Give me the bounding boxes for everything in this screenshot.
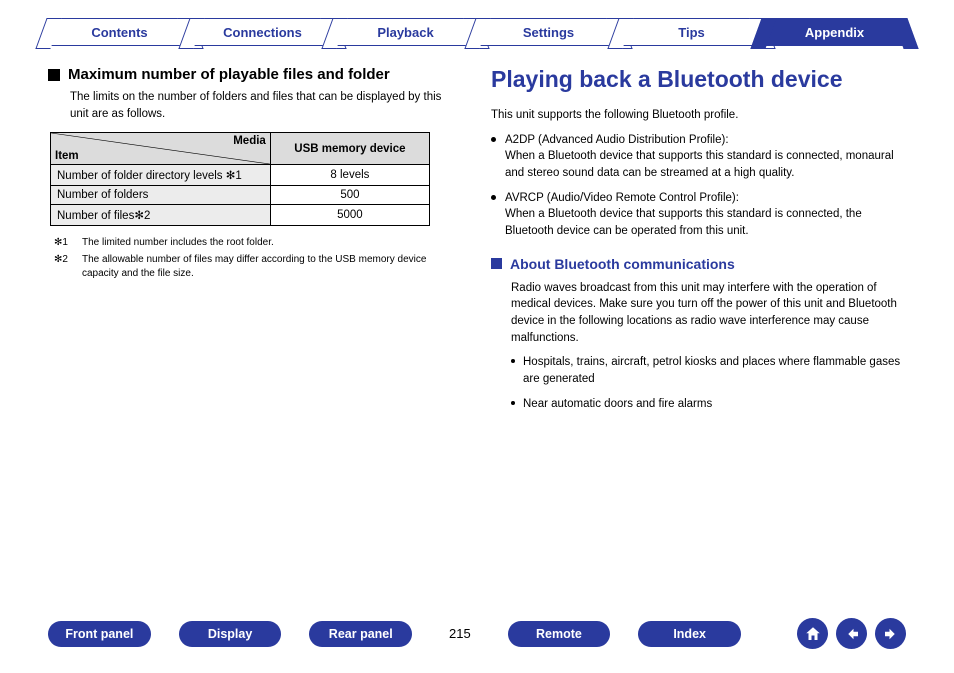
page-number: 215 bbox=[440, 626, 480, 641]
tab-label: Playback bbox=[377, 25, 433, 40]
tab-connections[interactable]: Connections bbox=[191, 18, 334, 46]
limits-table: Media Item USB memory device Number of f… bbox=[50, 132, 430, 226]
profile-desc: When a Bluetooth device that supports th… bbox=[505, 208, 862, 237]
table-cell-value: 8 levels bbox=[270, 165, 429, 186]
table-row: Number of folders 500 bbox=[51, 186, 430, 205]
table-row-label: Number of folders bbox=[51, 186, 271, 205]
section-heading-text: Maximum number of playable files and fol… bbox=[68, 66, 390, 83]
asterisk-icon: ✻ bbox=[134, 210, 144, 222]
right-column: Playing back a Bluetooth device This uni… bbox=[491, 66, 906, 420]
home-icon bbox=[804, 625, 822, 643]
section-heading-left: Maximum number of playable files and fol… bbox=[48, 66, 463, 83]
table-row: Number of files✻2 5000 bbox=[51, 205, 430, 226]
arrow-right-icon bbox=[882, 625, 900, 643]
table-corner-top: Media bbox=[233, 135, 266, 147]
arrow-left-icon bbox=[843, 625, 861, 643]
bottom-bar: Front panel Display Rear panel 215 Remot… bbox=[0, 618, 954, 649]
index-button[interactable]: Index bbox=[638, 621, 741, 647]
tab-appendix[interactable]: Appendix bbox=[763, 18, 906, 46]
table-row-label: Number of folder directory levels ✻1 bbox=[51, 165, 271, 186]
subheading: About Bluetooth communications bbox=[491, 256, 906, 272]
tab-tips[interactable]: Tips bbox=[620, 18, 763, 46]
tab-contents[interactable]: Contents bbox=[48, 18, 191, 46]
table-cell-value: 5000 bbox=[270, 205, 429, 226]
profile-name: AVRCP (Audio/Video Remote Control Profil… bbox=[505, 192, 739, 204]
tab-label: Tips bbox=[678, 25, 705, 40]
footnote-1: ✻1 The limited number includes the root … bbox=[54, 236, 463, 250]
home-button[interactable] bbox=[797, 618, 828, 649]
top-tabs: Contents Connections Playback Settings T… bbox=[0, 0, 954, 46]
footnote-marker: ✻2 bbox=[54, 253, 76, 281]
nav-icons bbox=[797, 618, 906, 649]
prev-page-button[interactable] bbox=[836, 618, 867, 649]
table-corner-cell: Media Item bbox=[51, 133, 271, 165]
left-column: Maximum number of playable files and fol… bbox=[48, 66, 463, 420]
footnote-2: ✻2 The allowable number of files may dif… bbox=[54, 253, 463, 281]
list-item: Near automatic doors and fire alarms bbox=[523, 396, 906, 413]
locations-list: Hospitals, trains, aircraft, petrol kios… bbox=[523, 354, 906, 412]
table-row-label: Number of files✻2 bbox=[51, 205, 271, 226]
footnote-text: The allowable number of files may differ… bbox=[82, 253, 463, 281]
list-item: Hospitals, trains, aircraft, petrol kios… bbox=[523, 354, 906, 387]
square-bullet-icon bbox=[491, 258, 502, 269]
next-page-button[interactable] bbox=[875, 618, 906, 649]
profile-desc: When a Bluetooth device that supports th… bbox=[505, 150, 894, 179]
footnote-text: The limited number includes the root fol… bbox=[82, 236, 274, 250]
tab-label: Settings bbox=[523, 25, 574, 40]
content-area: Maximum number of playable files and fol… bbox=[0, 46, 954, 420]
footnotes: ✻1 The limited number includes the root … bbox=[54, 236, 463, 281]
table-corner-bottom: Item bbox=[55, 150, 79, 162]
table-col-header: USB memory device bbox=[270, 133, 429, 165]
right-intro-text: This unit supports the following Bluetoo… bbox=[491, 107, 906, 124]
front-panel-button[interactable]: Front panel bbox=[48, 621, 151, 647]
table-cell-value: 500 bbox=[270, 186, 429, 205]
tab-label: Contents bbox=[91, 25, 147, 40]
tab-label: Connections bbox=[223, 25, 302, 40]
list-item: AVRCP (Audio/Video Remote Control Profil… bbox=[505, 190, 906, 240]
rear-panel-button[interactable]: Rear panel bbox=[309, 621, 412, 647]
display-button[interactable]: Display bbox=[179, 621, 282, 647]
asterisk-icon: ✻ bbox=[226, 170, 236, 182]
page-title: Playing back a Bluetooth device bbox=[491, 66, 906, 93]
left-intro-text: The limits on the number of folders and … bbox=[70, 89, 463, 122]
table-row: Number of folder directory levels ✻1 8 l… bbox=[51, 165, 430, 186]
tab-playback[interactable]: Playback bbox=[334, 18, 477, 46]
subheading-text: About Bluetooth communications bbox=[510, 256, 735, 272]
footnote-marker: ✻1 bbox=[54, 236, 76, 250]
profile-name: A2DP (Advanced Audio Distribution Profil… bbox=[505, 134, 729, 146]
remote-button[interactable]: Remote bbox=[508, 621, 611, 647]
square-bullet-icon bbox=[48, 69, 60, 81]
tab-label: Appendix bbox=[805, 25, 864, 40]
profiles-list: A2DP (Advanced Audio Distribution Profil… bbox=[491, 132, 906, 240]
subsection-intro: Radio waves broadcast from this unit may… bbox=[511, 280, 906, 347]
list-item: A2DP (Advanced Audio Distribution Profil… bbox=[505, 132, 906, 182]
tab-settings[interactable]: Settings bbox=[477, 18, 620, 46]
